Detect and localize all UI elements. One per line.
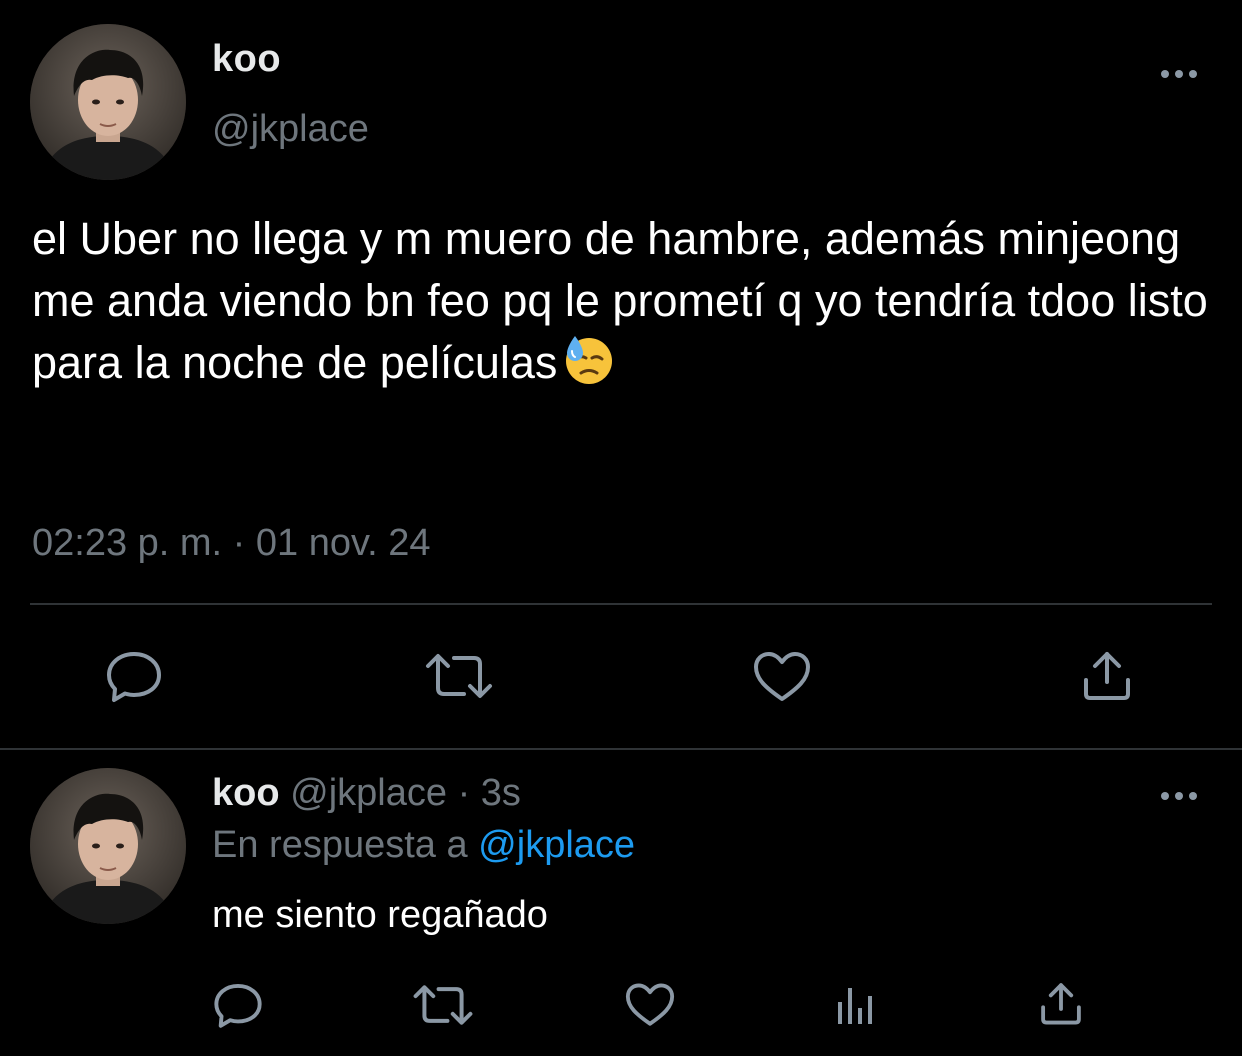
author-display-name[interactable]: koo <box>212 38 281 81</box>
tweet-text: el Uber no llega y m muero de hambre, ad… <box>32 208 1232 394</box>
retweet-icon[interactable] <box>412 982 474 1028</box>
more-options-icon[interactable] <box>1158 64 1200 84</box>
author-avatar[interactable] <box>30 24 186 180</box>
retweet-icon[interactable] <box>424 650 494 702</box>
share-icon[interactable] <box>1080 648 1134 702</box>
reply-icon[interactable] <box>212 980 264 1030</box>
reply-context-label: En respuesta a <box>212 824 468 866</box>
divider <box>30 603 1212 605</box>
reply-handle[interactable]: @jkplace <box>290 772 447 814</box>
reply-icon[interactable] <box>104 648 164 704</box>
author-handle[interactable]: @jkplace <box>212 108 369 151</box>
reply-header: koo @jkplace · 3s <box>212 772 521 815</box>
like-icon[interactable] <box>624 982 676 1028</box>
reply-display-name[interactable]: koo <box>212 772 280 814</box>
reply-text: me siento regañado <box>212 894 548 936</box>
reply-author-avatar[interactable] <box>30 768 186 924</box>
more-options-icon[interactable] <box>1158 786 1200 806</box>
replied-to-handle-link[interactable]: @jkplace <box>478 824 635 866</box>
analytics-icon[interactable] <box>834 984 878 1026</box>
reply-context: En respuesta a @jkplace <box>212 824 635 867</box>
reply-time[interactable]: 3s <box>481 772 521 814</box>
reply-separator: · <box>457 772 471 814</box>
tweet-text-content: el Uber no llega y m muero de hambre, ad… <box>32 213 1221 388</box>
divider <box>0 748 1242 750</box>
tweet-timestamp[interactable]: 02:23 p. m. · 01 nov. 24 <box>32 522 431 565</box>
like-icon[interactable] <box>752 650 812 704</box>
share-icon[interactable] <box>1038 980 1084 1026</box>
downcast-face-with-sweat-icon <box>563 334 615 386</box>
